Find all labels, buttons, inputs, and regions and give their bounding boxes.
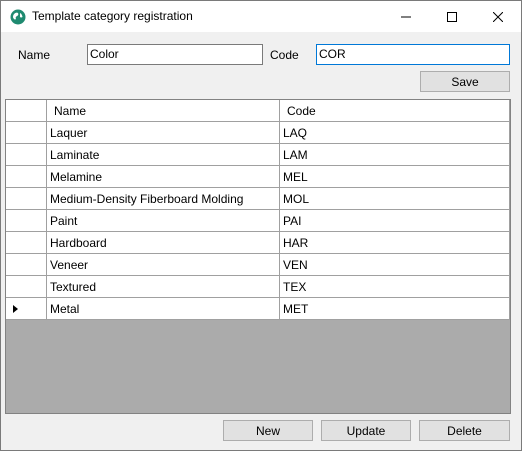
cell-code[interactable]: LAM <box>280 144 510 166</box>
table-row[interactable]: Laquer LAQ <box>6 122 510 144</box>
globe-icon <box>10 9 26 25</box>
grid-header-row: Name Code <box>6 100 510 122</box>
name-label: Name <box>18 48 51 62</box>
cell-code[interactable]: LAQ <box>280 122 510 144</box>
column-header-name[interactable]: Name <box>47 100 280 122</box>
row-header[interactable] <box>6 298 47 320</box>
row-header[interactable] <box>6 276 47 298</box>
cell-code[interactable]: MEL <box>280 166 510 188</box>
cell-name[interactable]: Laminate <box>47 144 280 166</box>
table-row[interactable]: Veneer VEN <box>6 254 510 276</box>
table-row[interactable]: Hardboard HAR <box>6 232 510 254</box>
cell-code[interactable]: MET <box>280 298 510 320</box>
window-title: Template category registration <box>32 9 193 23</box>
table-row[interactable]: Laminate LAM <box>6 144 510 166</box>
code-label: Code <box>270 48 299 62</box>
row-header[interactable] <box>6 122 47 144</box>
code-input[interactable]: COR <box>316 44 510 65</box>
maximize-icon <box>447 11 457 22</box>
cell-name[interactable]: Veneer <box>47 254 280 276</box>
row-header[interactable] <box>6 210 47 232</box>
update-button[interactable]: Update <box>321 420 411 441</box>
new-button[interactable]: New <box>223 420 313 441</box>
cell-name[interactable]: Laquer <box>47 122 280 144</box>
table-row[interactable]: Textured TEX <box>6 276 510 298</box>
row-header[interactable] <box>6 144 47 166</box>
cell-name[interactable]: Melamine <box>47 166 280 188</box>
close-button[interactable] <box>475 1 521 32</box>
delete-button[interactable]: Delete <box>419 420 510 441</box>
cell-name[interactable]: Hardboard <box>47 232 280 254</box>
table-row[interactable]: Metal MET <box>6 298 510 320</box>
row-header[interactable] <box>6 254 47 276</box>
grid-corner-cell[interactable] <box>6 100 47 122</box>
cell-code[interactable]: HAR <box>280 232 510 254</box>
row-header[interactable] <box>6 166 47 188</box>
close-icon <box>493 11 503 22</box>
cell-code[interactable]: VEN <box>280 254 510 276</box>
row-header[interactable] <box>6 232 47 254</box>
cell-code[interactable]: PAI <box>280 210 510 232</box>
table-row[interactable]: Medium-Density Fiberboard Molding MOL <box>6 188 510 210</box>
cell-code[interactable]: TEX <box>280 276 510 298</box>
grid-rows: Name Code Laquer LAQ Laminate LAM Melami… <box>6 100 510 320</box>
cell-name[interactable]: Metal <box>47 298 280 320</box>
column-header-code[interactable]: Code <box>280 100 510 122</box>
maximize-button[interactable] <box>429 1 475 32</box>
save-button[interactable]: Save <box>420 71 510 92</box>
category-grid[interactable]: Name Code Laquer LAQ Laminate LAM Melami… <box>5 99 511 414</box>
cell-name[interactable]: Paint <box>47 210 280 232</box>
name-input[interactable]: Color <box>87 44 263 65</box>
table-row[interactable]: Paint PAI <box>6 210 510 232</box>
registration-window: Template category registration Name Colo… <box>0 0 522 451</box>
title-bar[interactable]: Template category registration <box>1 1 521 32</box>
cell-code[interactable]: MOL <box>280 188 510 210</box>
minimize-icon <box>401 12 411 22</box>
cell-name[interactable]: Medium-Density Fiberboard Molding <box>47 188 280 210</box>
cell-name[interactable]: Textured <box>47 276 280 298</box>
table-row[interactable]: Melamine MEL <box>6 166 510 188</box>
row-header[interactable] <box>6 188 47 210</box>
row-pointer-icon <box>13 305 18 313</box>
minimize-button[interactable] <box>383 1 429 32</box>
